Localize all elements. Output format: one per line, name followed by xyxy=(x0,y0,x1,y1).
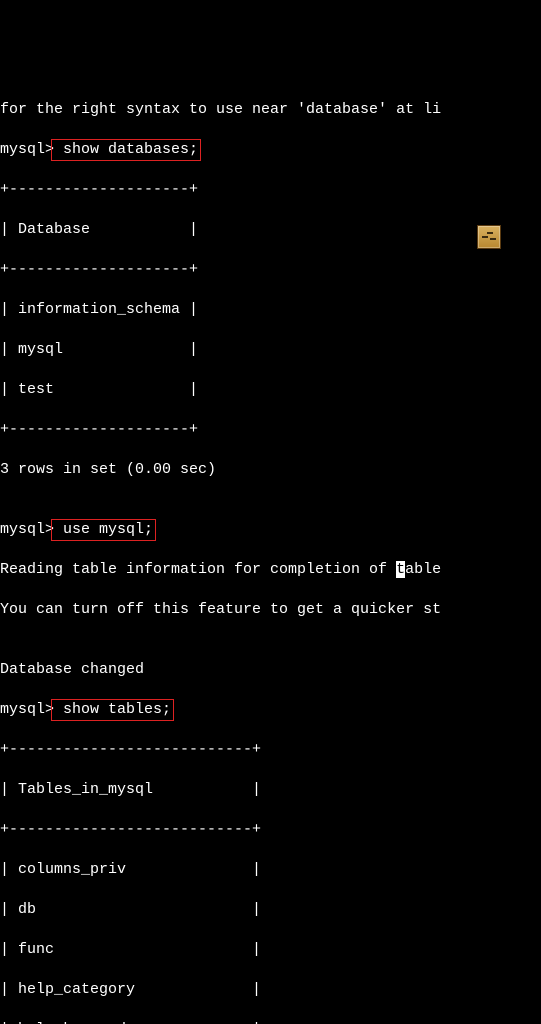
turnoff-line: You can turn off this feature to get a q… xyxy=(0,600,541,620)
mysql-prompt: mysql> xyxy=(0,701,54,718)
table-border: +---------------------------+ xyxy=(0,820,541,840)
table-row: | db | xyxy=(0,900,541,920)
table-row: | test | xyxy=(0,380,541,400)
table-border: +--------------------+ xyxy=(0,420,541,440)
reading-info-text: able xyxy=(405,561,441,578)
folder-icon[interactable] xyxy=(477,225,501,249)
table-border: +--------------------+ xyxy=(0,180,541,200)
highlighted-command-show-databases: show databases; xyxy=(51,139,201,161)
table-row: | help_keyword | xyxy=(0,1020,541,1024)
database-changed: Database changed xyxy=(0,660,541,680)
terminal-output: for the right syntax to use near 'databa… xyxy=(0,80,541,1024)
highlighted-command-use-mysql: use mysql; xyxy=(51,519,156,541)
reading-info-line: Reading table information for completion… xyxy=(0,560,541,580)
highlighted-command-show-tables: show tables; xyxy=(51,699,174,721)
table-row: | help_category | xyxy=(0,980,541,1000)
command-line-3: mysql> show tables; xyxy=(0,700,541,720)
command-line-2: mysql> use mysql; xyxy=(0,520,541,540)
row-count: 3 rows in set (0.00 sec) xyxy=(0,460,541,480)
table-border: +---------------------------+ xyxy=(0,740,541,760)
mysql-prompt: mysql> xyxy=(0,521,54,538)
reading-info-text: Reading table information for completion… xyxy=(0,561,396,578)
command-line-1: mysql> show databases; xyxy=(0,140,541,160)
table-row: | mysql | xyxy=(0,340,541,360)
table-row: | information_schema | xyxy=(0,300,541,320)
error-line: for the right syntax to use near 'databa… xyxy=(0,100,541,120)
table-row: | func | xyxy=(0,940,541,960)
table-row: | columns_priv | xyxy=(0,860,541,880)
table-header-tables: | Tables_in_mysql | xyxy=(0,780,541,800)
table-header-database: | Database | xyxy=(0,220,541,240)
mysql-prompt: mysql> xyxy=(0,141,54,158)
table-border: +--------------------+ xyxy=(0,260,541,280)
cursor-highlight: t xyxy=(396,561,405,578)
